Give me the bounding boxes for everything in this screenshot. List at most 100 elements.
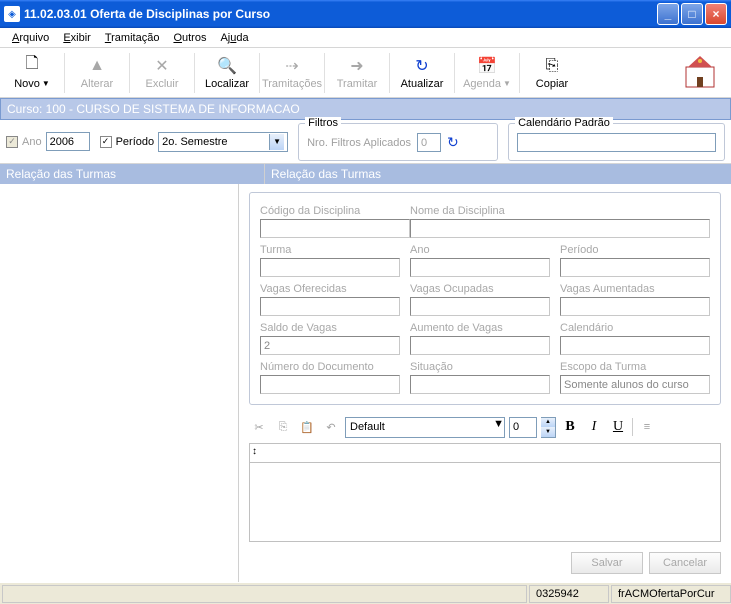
turma-input[interactable]: [260, 258, 400, 277]
cut-icon[interactable]: ✂: [249, 417, 269, 437]
saldo-vagas-input: [260, 336, 400, 355]
institution-logo: [677, 50, 723, 96]
menu-exibir[interactable]: Exibir: [57, 30, 97, 46]
menu-tramitacao[interactable]: Tramitação: [99, 30, 166, 46]
tramitacoes-label: Tramitações: [262, 78, 322, 90]
turmas-list-panel: [0, 184, 239, 582]
statusbar: 0325942 frACMOfertaPorCur: [0, 582, 731, 604]
alterar-button[interactable]: ▲ Alterar: [67, 50, 127, 96]
window-titlebar: ◈ 11.02.03.01 Oferta de Disciplinas por …: [0, 0, 731, 28]
copy-editor-icon[interactable]: ⎘: [273, 417, 293, 437]
filtros-count: [417, 133, 441, 152]
minimize-button[interactable]: _: [657, 3, 679, 25]
italic-button[interactable]: I: [584, 417, 604, 437]
turma-label: Turma: [260, 244, 400, 256]
situacao-label: Situação: [410, 361, 550, 373]
periodo-select[interactable]: 2o. Semestre ▼: [158, 132, 288, 152]
detail-form: Código da Disciplina ⤡ Nome da Disciplin…: [249, 192, 721, 405]
right-panel-header: Relação das Turmas: [265, 164, 731, 184]
close-button[interactable]: ×: [705, 3, 727, 25]
escopo-turma-input[interactable]: [560, 375, 710, 394]
copiar-label: Copiar: [536, 78, 568, 90]
filtros-label: Nro. Filtros Aplicados: [307, 137, 411, 149]
ano-checkbox[interactable]: ✓: [6, 136, 18, 148]
salvar-button[interactable]: Salvar: [571, 552, 643, 574]
font-size-input[interactable]: [509, 417, 537, 438]
font-select[interactable]: Default ▼: [345, 417, 505, 438]
aumento-vagas-input[interactable]: [410, 336, 550, 355]
detail-panel: Código da Disciplina ⤡ Nome da Disciplin…: [239, 184, 731, 582]
excluir-label: Excluir: [145, 78, 178, 90]
nome-disciplina-input[interactable]: [410, 219, 710, 238]
tramitar-label: Tramitar: [337, 78, 378, 90]
font-size-spinner[interactable]: ▲▼: [541, 417, 556, 438]
bold-button[interactable]: B: [560, 417, 580, 437]
filtros-legend: Filtros: [305, 117, 341, 129]
chevron-down-icon: ▼: [493, 418, 504, 437]
localizar-button[interactable]: 🔍 Localizar: [197, 50, 257, 96]
editor-textarea[interactable]: [249, 463, 721, 542]
dropdown-caret-icon: ▼: [42, 79, 50, 88]
codigo-disciplina-input[interactable]: [260, 219, 410, 238]
underline-button[interactable]: U: [608, 417, 628, 437]
vagas-oferecidas-label: Vagas Oferecidas: [260, 283, 400, 295]
periodo-checkbox[interactable]: ✓: [100, 136, 112, 148]
vagas-ocupadas-label: Vagas Ocupadas: [410, 283, 550, 295]
vagas-oferecidas-input[interactable]: [260, 297, 400, 316]
menu-ajuda[interactable]: Ajuda: [214, 30, 254, 46]
form-calendario-label: Calendário: [560, 322, 710, 334]
indent-marker-icon[interactable]: ↕: [252, 446, 257, 457]
menu-outros[interactable]: Outros: [167, 30, 212, 46]
aumento-vagas-label: Aumento de Vagas: [410, 322, 550, 334]
editor-toolbar: ✂ ⎘ 📋 ↶ Default ▼ ▲▼ B I U ≡: [249, 415, 721, 439]
excluir-button[interactable]: ✕ Excluir: [132, 50, 192, 96]
filtros-fieldset: Filtros Nro. Filtros Aplicados ↻: [298, 123, 498, 161]
agenda-button[interactable]: 📅 Agenda▼: [457, 50, 517, 96]
parameters-row: ✓ Ano ✓ Período 2o. Semestre ▼ Filtros N…: [0, 120, 731, 164]
menu-arquivo[interactable]: Arquivo: [6, 30, 55, 46]
periodo-label: Período: [116, 136, 155, 148]
status-code: 0325942: [529, 585, 609, 603]
filtros-refresh-icon[interactable]: ↻: [447, 134, 459, 151]
toolbar: 🗋 Novo▼ ▲ Alterar ✕ Excluir 🔍 Localizar …: [0, 48, 731, 98]
maximize-button[interactable]: □: [681, 3, 703, 25]
vagas-aumentadas-input[interactable]: [560, 297, 710, 316]
flow-icon: ⇢: [282, 56, 302, 76]
calendario-fieldset: Calendário Padrão: [508, 123, 725, 161]
form-calendario-input[interactable]: [560, 336, 710, 355]
status-form-name: frACMOfertaPorCur: [611, 585, 731, 603]
send-icon: ➜: [347, 56, 367, 76]
atualizar-button[interactable]: ↻ Atualizar: [392, 50, 452, 96]
calendario-input[interactable]: [517, 133, 716, 152]
tramitacoes-button[interactable]: ⇢ Tramitações: [262, 50, 322, 96]
copiar-button[interactable]: ⎘ Copiar: [522, 50, 582, 96]
window-title: 11.02.03.01 Oferta de Disciplinas por Cu…: [24, 7, 655, 21]
font-value: Default: [350, 421, 385, 433]
align-left-icon[interactable]: ≡: [637, 417, 657, 437]
search-icon: 🔍: [217, 56, 237, 76]
editor-ruler[interactable]: ↕: [249, 443, 721, 463]
calendario-legend: Calendário Padrão: [515, 117, 613, 129]
vagas-ocupadas-input[interactable]: [410, 297, 550, 316]
form-ano-label: Ano: [410, 244, 550, 256]
ano-input[interactable]: [46, 132, 90, 151]
escopo-turma-label: Escopo da Turma: [560, 361, 710, 373]
form-ano-input[interactable]: [410, 258, 550, 277]
nome-disciplina-label: Nome da Disciplina: [410, 205, 710, 217]
alterar-label: Alterar: [81, 78, 113, 90]
app-icon: ◈: [4, 6, 20, 22]
form-periodo-input[interactable]: [560, 258, 710, 277]
novo-button[interactable]: 🗋 Novo▼: [2, 50, 62, 96]
numero-documento-input[interactable]: [260, 375, 400, 394]
left-panel-header: Relação das Turmas: [0, 164, 265, 184]
situacao-input[interactable]: [410, 375, 550, 394]
edit-icon: ▲: [87, 56, 107, 76]
refresh-icon: ↻: [412, 56, 432, 76]
chevron-down-icon: ▼: [269, 134, 284, 150]
cancelar-button[interactable]: Cancelar: [649, 552, 721, 574]
paste-icon[interactable]: 📋: [297, 417, 317, 437]
tramitar-button[interactable]: ➜ Tramitar: [327, 50, 387, 96]
undo-icon[interactable]: ↶: [321, 417, 341, 437]
form-periodo-label: Período: [560, 244, 710, 256]
codigo-disciplina-label: Código da Disciplina: [260, 205, 400, 217]
